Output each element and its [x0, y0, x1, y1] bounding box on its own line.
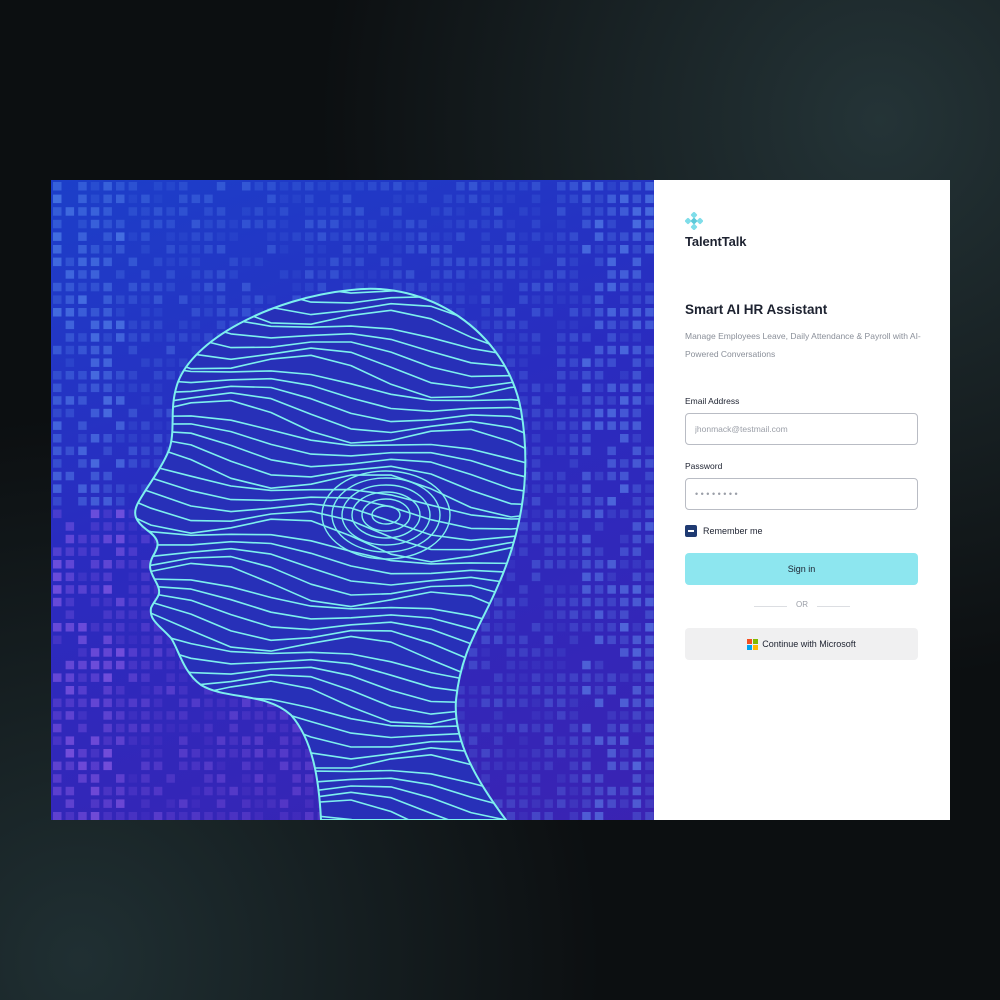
page-title: Smart AI HR Assistant — [685, 302, 828, 317]
password-field[interactable] — [685, 478, 918, 510]
brand-logo — [685, 212, 703, 230]
hero-illustration — [51, 180, 654, 820]
page-subtitle: Manage Employees Leave, Daily Attendance… — [685, 331, 921, 359]
or-divider: OR — [754, 600, 850, 614]
email-field[interactable] — [685, 413, 918, 445]
remember-me-toggle[interactable]: Remember me — [685, 525, 763, 537]
microsoft-logo-icon — [747, 639, 758, 650]
sign-in-button[interactable]: Sign in — [685, 553, 918, 585]
login-card: TalentTalk Smart AI HR Assistant Manage … — [51, 180, 950, 820]
ai-head-illustration — [53, 182, 654, 820]
divider-line-right — [817, 606, 850, 607]
continue-with-microsoft-button[interactable]: Continue with Microsoft — [685, 628, 918, 660]
remember-me-label: Remember me — [703, 526, 763, 536]
remember-me-checkbox[interactable] — [685, 525, 697, 537]
login-panel: TalentTalk Smart AI HR Assistant Manage … — [654, 180, 950, 820]
microsoft-button-label: Continue with Microsoft — [762, 639, 856, 649]
diamond-cluster-icon — [685, 212, 703, 230]
password-label: Password — [685, 461, 723, 471]
divider-text: OR — [796, 600, 808, 609]
brand-name: TalentTalk — [685, 234, 747, 249]
email-label: Email Address — [685, 396, 740, 406]
